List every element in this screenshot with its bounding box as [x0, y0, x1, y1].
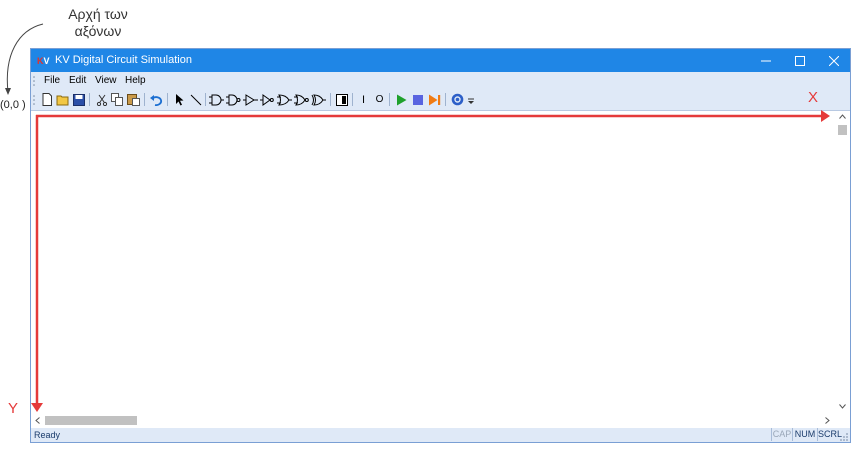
- maximize-button[interactable]: [783, 49, 817, 72]
- app-window: KV KV Digital Circuit Simulation File Ed…: [30, 48, 851, 443]
- cut-button[interactable]: [94, 92, 109, 107]
- resize-grip-icon[interactable]: [839, 432, 849, 442]
- title-bar[interactable]: KV KV Digital Circuit Simulation: [31, 49, 850, 72]
- vertical-scrollbar[interactable]: [835, 111, 850, 414]
- run-icon: [396, 94, 406, 105]
- toolbar-separator: [89, 93, 90, 106]
- window-title: KV Digital Circuit Simulation: [55, 54, 192, 66]
- scroll-down-icon[interactable]: [839, 404, 846, 409]
- save-icon: [72, 93, 85, 106]
- menu-view[interactable]: View: [95, 75, 117, 87]
- nand-gate-button[interactable]: [226, 92, 241, 107]
- origin-annotation-line2: αξόνων: [74, 23, 122, 39]
- xor-gate-button[interactable]: [311, 92, 326, 107]
- switch-button[interactable]: [334, 92, 349, 107]
- menu-file[interactable]: File: [44, 75, 60, 87]
- menu-bar: File Edit View Help: [31, 72, 850, 90]
- close-button[interactable]: [817, 49, 851, 72]
- copy-icon: [111, 93, 123, 106]
- toolbar-separator: [330, 93, 331, 106]
- save-button[interactable]: [71, 92, 86, 107]
- scroll-right-icon[interactable]: [825, 417, 830, 424]
- and-gate-button[interactable]: [209, 92, 224, 107]
- nor-gate-button[interactable]: [294, 92, 309, 107]
- undo-icon: [149, 94, 162, 106]
- and-gate-icon: [209, 94, 224, 105]
- scroll-corner: [835, 414, 850, 426]
- origin-coords-label: (0,0 ): [0, 99, 26, 111]
- stop-icon: [412, 94, 423, 105]
- buffer-gate-button[interactable]: [243, 92, 258, 107]
- origin-annotation-title: Αρχή των αξόνων: [48, 6, 148, 40]
- paste-button[interactable]: [126, 92, 141, 107]
- new-file-button[interactable]: [39, 92, 54, 107]
- toolbar-separator: [144, 93, 145, 106]
- run-button[interactable]: [393, 92, 408, 107]
- select-tool-button[interactable]: [172, 92, 187, 107]
- or-gate-button[interactable]: [277, 92, 292, 107]
- toolbar-separator: [205, 93, 206, 106]
- caps-lock-indicator: CAP: [771, 428, 792, 441]
- input-icon: I: [361, 93, 366, 106]
- stop-button[interactable]: [410, 92, 425, 107]
- maximize-icon: [795, 55, 805, 66]
- menu-edit[interactable]: Edit: [69, 75, 86, 87]
- app-logo-v: V: [43, 56, 50, 66]
- horizontal-scrollbar[interactable]: [31, 414, 835, 426]
- toolbar-overflow-button[interactable]: [467, 92, 475, 107]
- status-text: Ready: [34, 430, 61, 440]
- select-arrow-icon: [175, 94, 183, 106]
- help-icon: [451, 93, 464, 106]
- wire-line-icon: [190, 94, 201, 105]
- scroll-lock-indicator: SCRL: [817, 428, 843, 441]
- toolbar: I O: [31, 90, 850, 111]
- wire-tool-button[interactable]: [188, 92, 203, 107]
- x-axis-label: X: [808, 89, 819, 106]
- drawing-canvas[interactable]: [31, 111, 835, 414]
- or-gate-icon: [277, 93, 292, 106]
- open-folder-icon: [56, 95, 68, 105]
- scroll-left-icon[interactable]: [35, 417, 40, 424]
- output-button[interactable]: O: [372, 92, 387, 107]
- help-button[interactable]: [450, 92, 465, 107]
- undo-button[interactable]: [149, 92, 164, 107]
- buffer-gate-icon: [243, 93, 258, 106]
- nor-gate-icon: [294, 93, 309, 106]
- y-axis-label: Y: [8, 400, 19, 417]
- toolbar-separator: [167, 93, 168, 106]
- toolbar-separator: [352, 93, 353, 106]
- copy-button[interactable]: [110, 92, 125, 107]
- toolbar-separator: [389, 93, 390, 106]
- not-gate-icon: [260, 93, 274, 106]
- new-file-icon: [42, 93, 52, 106]
- horizontal-scroll-thumb[interactable]: [45, 416, 137, 425]
- minimize-button[interactable]: [749, 49, 783, 72]
- toolbar-separator: [445, 93, 446, 106]
- minimize-icon: [761, 60, 771, 61]
- toolbar-grip-icon[interactable]: [33, 94, 35, 106]
- paste-icon: [127, 94, 140, 106]
- cut-icon: [96, 94, 107, 106]
- menu-help[interactable]: Help: [125, 75, 146, 87]
- input-button[interactable]: I: [356, 92, 371, 107]
- vertical-scroll-thumb[interactable]: [838, 125, 847, 135]
- status-bar: Ready CAP NUM SCRL: [31, 428, 850, 442]
- app-logo-icon: KV: [37, 54, 51, 68]
- step-button[interactable]: [427, 92, 442, 107]
- chevron-down-icon: [468, 98, 474, 104]
- scroll-up-icon[interactable]: [839, 114, 846, 119]
- num-lock-indicator: NUM: [792, 428, 817, 441]
- menu-grip-icon[interactable]: [33, 75, 35, 87]
- close-icon: [829, 55, 839, 66]
- origin-pointer-arrowhead: [5, 88, 11, 95]
- xor-gate-icon: [311, 93, 326, 106]
- step-icon: [429, 94, 441, 105]
- nand-gate-icon: [226, 94, 241, 105]
- origin-annotation-line1: Αρχή των: [68, 6, 128, 22]
- open-button[interactable]: [55, 92, 70, 107]
- switch-icon: [335, 93, 348, 106]
- not-gate-button[interactable]: [260, 92, 275, 107]
- output-icon: O: [375, 94, 384, 105]
